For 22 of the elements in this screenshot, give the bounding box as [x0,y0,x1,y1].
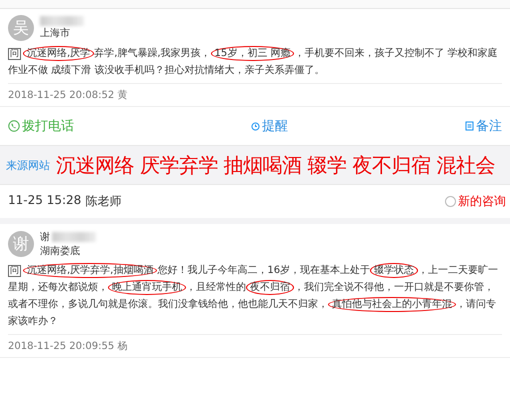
avatar-circle: 谢 [8,231,34,257]
post-date: 2018-11-25 20:09:55 杨 [8,340,128,353]
remind-link[interactable]: 提醒 [251,117,288,135]
consult-time: 11-25 15:28 [8,193,82,209]
question-text: 问 沉迷网络,厌学 弃学,脾气暴躁,我家男孩， 15岁，初三 网瘾 ，手机要不回来，孩子又控制不了 学校和家庭作业不做 成绩下滑 该没收手机吗？担心对抗情绪大，亲子关系弄僵了。 [8,45,502,84]
user-location: 湖南娄底 [40,244,81,258]
clock-icon [251,122,260,130]
phone-icon [8,120,20,132]
note-link[interactable]: 备注 [465,117,502,135]
note-icon [465,121,474,131]
overlay-caption: 沉迷网络 厌学弃学 抽烟喝酒 辍学 夜不归宿 混社会 [56,152,495,178]
avatar-circle: 吴 [8,15,34,41]
question-text: 问 沉迷网络,厌学弃学,抽烟喝酒 您好！我儿子今年高二，16岁，现在基本上处于 辍学状态 ，上一二天要旷一星期，还每次都说烦， 晚上通宵玩手机 ，且经常性的 夜不归宿 ，我们完全说不得他，一开口就是不要你管，或者不理你，多说几句就是你滚。我们没拿钱给他，他也能几天不归家， 真怕他与社会上的小青年混 ，请问专家该咋办？ [8,262,502,335]
user-location: 上海市 [40,26,71,40]
teacher-name: 陈老师 [85,193,122,210]
post-date: 2018-11-25 20:08:52 黄 [8,88,128,102]
call-link[interactable]: 拨打电话 [8,117,74,135]
blurred-name-block [40,16,84,26]
new-consult-option[interactable]: 新的咨询 [445,193,506,210]
source-label: 来源网站 [6,158,50,172]
user-name: 谢 [40,230,50,244]
blurred-name-block [52,232,96,242]
